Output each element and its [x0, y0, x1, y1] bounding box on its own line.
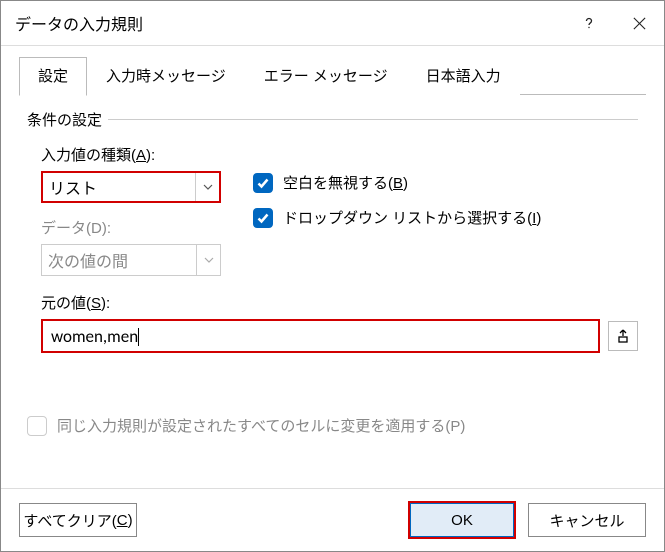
help-button[interactable] [564, 1, 614, 46]
data-validation-dialog: データの入力規則 設定 入力時メッセージ エラー メッセージ 日本語入力 条件の… [0, 0, 665, 552]
ignore-blank-label: 空白を無視する(B) [283, 172, 408, 193]
source-input[interactable]: women,men [41, 319, 600, 353]
criteria-group-label: 条件の設定 [27, 109, 638, 130]
dialog-footer: すべてクリア(C) OK キャンセル [1, 488, 664, 551]
in-cell-dropdown-label: ドロップダウン リストから選択する(I) [283, 207, 541, 228]
chevron-down-icon [195, 173, 219, 201]
apply-all-checkbox [27, 416, 47, 436]
tab-bar: 設定 入力時メッセージ エラー メッセージ 日本語入力 [19, 46, 520, 95]
tab-ime[interactable]: 日本語入力 [407, 57, 520, 96]
allow-value: リスト [49, 175, 97, 199]
tab-error-message[interactable]: エラー メッセージ [245, 57, 407, 96]
chevron-down-icon [196, 245, 220, 275]
data-value: 次の値の間 [48, 248, 128, 272]
ok-button[interactable]: OK [410, 503, 514, 537]
in-cell-dropdown-checkbox[interactable] [253, 208, 273, 228]
source-value: women,men [51, 326, 138, 347]
allow-combo[interactable]: リスト [41, 171, 221, 203]
range-selector-button[interactable] [608, 321, 638, 351]
data-label: データ(D): [41, 217, 245, 238]
close-button[interactable] [614, 1, 664, 46]
titlebar: データの入力規則 [1, 1, 664, 46]
apply-all-label: 同じ入力規則が設定されたすべてのセルに変更を適用する(P) [57, 415, 465, 436]
allow-label: 入力値の種類(A): [41, 144, 245, 165]
tab-settings[interactable]: 設定 [19, 57, 87, 96]
dialog-title: データの入力規則 [15, 11, 564, 35]
ignore-blank-checkbox[interactable] [253, 173, 273, 193]
data-combo: 次の値の間 [41, 244, 221, 276]
range-selector-icon [616, 329, 630, 343]
cancel-button[interactable]: キャンセル [528, 503, 646, 537]
clear-all-button[interactable]: すべてクリア(C) [19, 503, 137, 537]
tab-input-message[interactable]: 入力時メッセージ [87, 57, 245, 96]
source-label: 元の値(S): [41, 292, 638, 313]
